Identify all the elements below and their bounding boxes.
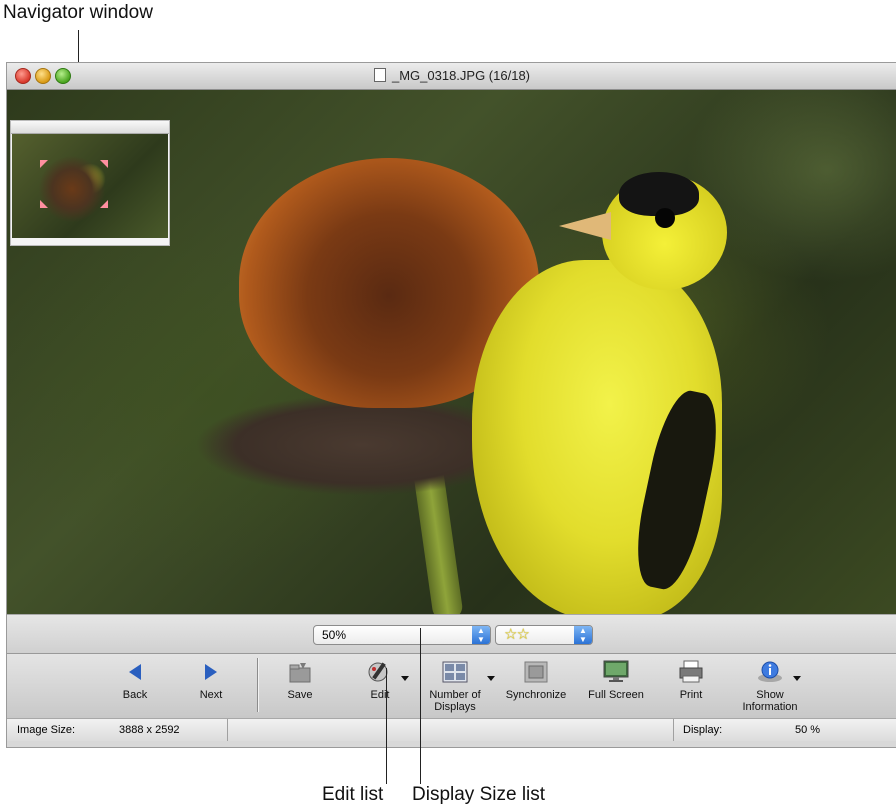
rating-stars-icon: ☆☆ [504,626,530,643]
print-label: Print [679,689,703,701]
edit-label: Edit [370,689,390,701]
title-bar[interactable]: _MG_0318.JPG (16/18) [7,63,896,90]
display-size-value: 50% [322,628,347,642]
next-button[interactable]: Next [191,658,231,701]
image-size-value: 3888 x 2592 [119,724,180,736]
popup-arrows-icon: ▲ ▼ [574,626,592,644]
show-information-dropdown-icon[interactable] [793,676,801,681]
number-of-displays-label: Number of Displays [429,689,481,713]
window-title-text: _MG_0318.JPG (16/18) [391,68,531,83]
number-of-displays-icon [442,661,468,683]
display-label: Display: [683,724,723,736]
synchronize-button[interactable]: Synchronize [501,658,571,701]
edit-list-dropdown-icon[interactable] [401,676,409,681]
rating-list[interactable]: ☆☆ ▲ ▼ [495,625,593,645]
left-arrow-icon [129,664,141,680]
synchronize-label: Synchronize [505,689,567,701]
edit-button[interactable]: Edit [357,658,403,701]
print-button[interactable]: Print [671,658,711,701]
show-information-button[interactable]: Show Information [733,658,807,713]
full-screen-button[interactable]: Full Screen [585,658,647,701]
save-label: Save [287,689,313,701]
printer-icon [679,660,703,683]
bird-eye [655,208,675,228]
image-view[interactable] [7,90,896,614]
bird-beak [559,212,611,240]
status-bar: Image Size: 3888 x 2592 Display: 50 % [7,718,896,741]
info-icon [758,661,782,682]
display-control-strip: 50% ▲ ▼ ☆☆ ▲ ▼ [7,614,896,653]
toolbar-separator [257,658,259,712]
back-button[interactable]: Back [115,658,155,701]
right-arrow-icon [205,664,217,680]
viewer-window: _MG_0318.JPG (16/18) 50% ▲ ▼ ☆☆ ▲ ▼ Back… [6,62,896,748]
navigator-window[interactable] [10,120,170,246]
view-area-corner-icon [40,160,48,168]
edit-tools-icon [368,662,388,682]
save-folder-icon [289,663,311,683]
display-value: 50 % [795,724,821,736]
display-size-list[interactable]: 50% ▲ ▼ [313,625,491,645]
view-area-corner-icon [100,160,108,168]
next-label: Next [199,689,223,701]
view-area-corner-icon [40,200,48,208]
image-size-label: Image Size: [17,724,76,736]
display-size-callout-line [420,628,421,784]
synchronize-icon [524,661,548,683]
back-label: Back [122,689,148,701]
document-icon [373,68,386,82]
navigator-title-bar[interactable] [11,121,169,134]
navigator-thumbnail[interactable] [12,134,168,238]
full-screen-label: Full Screen [588,689,644,701]
view-area-corner-icon [100,200,108,208]
popup-arrows-icon: ▲ ▼ [472,626,490,644]
number-of-displays-dropdown-icon[interactable] [487,676,495,681]
status-separator [673,719,674,741]
number-of-displays-button[interactable]: Number of Displays [425,658,485,713]
edit-list-callout: Edit list [322,784,384,805]
save-button[interactable]: Save [279,658,321,701]
window-title: _MG_0318.JPG (16/18) [7,68,896,83]
display-size-list-callout: Display Size list [412,784,546,805]
edit-list-callout-line [386,668,387,784]
monitor-icon [603,660,629,682]
status-separator [227,719,228,741]
toolbar: Back Next Save Edit Number of Displays S… [7,653,896,719]
show-information-label: Show Information [742,689,798,713]
navigator-window-callout: Navigator window [3,2,153,23]
